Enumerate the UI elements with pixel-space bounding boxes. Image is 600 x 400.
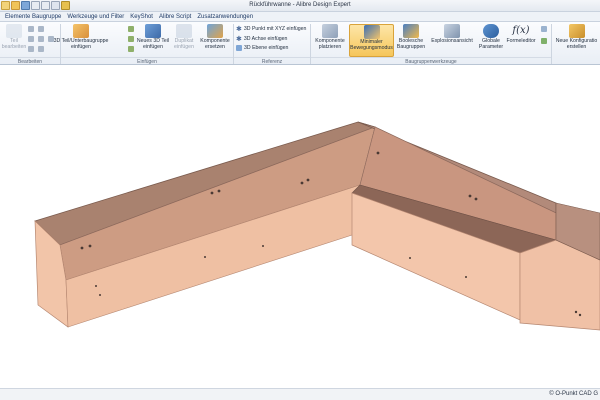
- tool-icon: [38, 46, 44, 52]
- group-separator: [551, 24, 552, 64]
- insert-part-subassembly-button[interactable]: 3D Teil/Unterbaugruppe einfügen: [54, 24, 108, 57]
- tab-elemente-baugruppe[interactable]: Elemente Baugruppe: [2, 14, 64, 20]
- tool-icon: [28, 36, 34, 42]
- exploded-view-label: Explosionsansicht: [431, 38, 473, 44]
- edit-part-sublabel: bearbeiten: [1, 43, 27, 50]
- formula-editor-label: Formeleditor: [506, 38, 536, 44]
- plane-icon: [236, 45, 242, 51]
- place-component-button[interactable]: Komponente platzieren: [312, 24, 348, 57]
- formula-editor-button[interactable]: f(x) Formeleditor: [505, 24, 537, 57]
- new-configuration-icon: [568, 24, 585, 38]
- group-label-baugruppenwerkzeuge: Baugruppenwerkzeuge: [311, 57, 551, 65]
- tool-icon: [541, 38, 547, 44]
- axis-icon: ✱: [236, 36, 242, 43]
- small-tool-6[interactable]: [38, 46, 44, 52]
- tool-icon: [128, 36, 134, 42]
- duplicate-button[interactable]: Duplikat einfügen: [170, 24, 198, 57]
- boolean-icon: [403, 24, 419, 38]
- tool-icon: [28, 46, 34, 52]
- tool-icon: [38, 26, 44, 32]
- group-label-referenz: Referenz: [234, 57, 310, 65]
- small-tool-8[interactable]: [128, 26, 134, 32]
- point-icon: ✱: [236, 26, 242, 33]
- 3d-viewport[interactable]: [0, 65, 600, 388]
- tab-alibre-script[interactable]: Alibre Script: [156, 14, 194, 20]
- insert-part-icon: [73, 24, 89, 38]
- replace-component-icon: [207, 24, 223, 38]
- small-tool-9[interactable]: [128, 36, 134, 42]
- small-tool-3[interactable]: [28, 46, 34, 52]
- status-bar: © O-Punkt CAD G: [0, 388, 600, 400]
- small-tool-10[interactable]: [128, 46, 134, 52]
- edit-part-button[interactable]: Teil bearbeiten: [2, 24, 26, 57]
- small-tool-2[interactable]: [28, 36, 34, 42]
- new-3d-part-button[interactable]: Neues 3D Teil einfügen: [137, 24, 169, 57]
- place-component-icon: [322, 24, 338, 38]
- formula-icon: f(x): [512, 25, 530, 36]
- boolean-assemblies-button[interactable]: Boolesche Baugruppen: [396, 24, 426, 57]
- new-part-icon: [145, 24, 161, 38]
- tab-werkzeuge-und-filter[interactable]: Werkzeuge und Filter: [64, 14, 127, 20]
- replace-component-button[interactable]: Komponente ersetzen: [199, 24, 231, 57]
- motion-mode-sublabel: Bewegungsmodus: [350, 44, 393, 51]
- viewport-svg: [34, 121, 600, 331]
- edit-part-icon: [6, 24, 22, 38]
- tool-icon: [128, 46, 134, 52]
- tool-icon: [128, 26, 134, 32]
- tab-zusatzanwendungen[interactable]: Zusatzanwendungen: [194, 14, 256, 20]
- group-label-bearbeiten: Bearbeiten: [0, 57, 60, 65]
- ribbon: Teil bearbeiten Bearbeiten 3D Teil/Unter…: [0, 22, 600, 65]
- minimal-motion-mode-button[interactable]: Minimaler Bewegungsmodus: [349, 24, 394, 57]
- new-configuration-sublabel: erstellen: [566, 43, 587, 50]
- new-part-sublabel: einfügen: [143, 43, 163, 50]
- insert-point-label: 3D Punkt mit XYZ einfügen: [243, 26, 307, 32]
- duplicate-icon: [176, 24, 192, 38]
- exploded-view-icon: [444, 24, 460, 38]
- tool-icon: [541, 26, 547, 32]
- replace-component-sublabel: ersetzen: [205, 43, 225, 50]
- boolean-sublabel: Baugruppen: [396, 43, 426, 50]
- insert-axis-label: 3D Achse einfügen: [243, 36, 288, 42]
- small-tool-4[interactable]: [38, 26, 44, 32]
- small-tool-12[interactable]: [541, 38, 547, 44]
- tool-icon: [28, 26, 34, 32]
- window-title: Rückführwanne - Alibre Design Expert: [249, 2, 351, 8]
- exploded-view-button[interactable]: Explosionsansicht: [428, 24, 476, 57]
- duplicate-sublabel: einfügen: [174, 43, 194, 50]
- ribbon-tab-bar: Elemente Baugruppe Werkzeuge und Filter …: [0, 12, 600, 22]
- insert-3d-plane-button[interactable]: 3D Ebene einfügen: [236, 45, 288, 51]
- insert-plane-label: 3D Ebene einfügen: [244, 45, 289, 51]
- copyright-text: © O-Punkt CAD G: [549, 391, 598, 397]
- insert-3d-point-xyz-button[interactable]: ✱ 3D Punkt mit XYZ einfügen: [236, 25, 306, 33]
- title-bar: Rückführwanne - Alibre Design Expert: [0, 0, 600, 12]
- small-tool-1[interactable]: [28, 26, 34, 32]
- global-parameters-sublabel: Parameter: [478, 43, 504, 50]
- insert-part-sublabel: einfügen: [71, 43, 91, 50]
- motion-mode-icon: [363, 25, 380, 39]
- tool-icon: [38, 36, 44, 42]
- global-parameters-button[interactable]: Globale Parameter: [478, 24, 504, 57]
- place-component-sublabel: platzieren: [318, 43, 342, 50]
- insert-3d-axis-button[interactable]: ✱ 3D Achse einfügen: [236, 35, 287, 43]
- group-label-einfuegen: Einfügen: [61, 57, 233, 65]
- tab-keyshot[interactable]: KeyShot: [127, 14, 156, 20]
- small-tool-5[interactable]: [38, 36, 44, 42]
- small-tool-11[interactable]: [541, 26, 547, 32]
- new-configuration-button[interactable]: Neue Konfiguratio erstellen: [553, 24, 600, 57]
- global-parameters-icon: [483, 24, 499, 38]
